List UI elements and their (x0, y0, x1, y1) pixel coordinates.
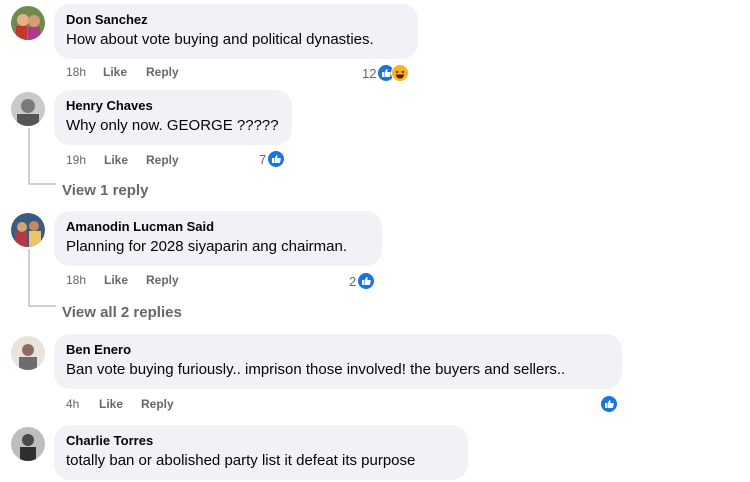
comment-author[interactable]: Ben Enero (66, 341, 610, 358)
comment-timestamp[interactable]: 4h (66, 396, 79, 412)
reaction-count: 2 (349, 273, 357, 289)
comment-author[interactable]: Amanodin Lucman Said (66, 218, 370, 235)
comment-text: How about vote buying and political dyna… (66, 31, 374, 48)
like-button[interactable]: Like (104, 152, 128, 168)
avatar[interactable] (11, 427, 45, 461)
reaction-summary[interactable] (600, 395, 618, 413)
reply-button[interactable]: Reply (146, 152, 179, 168)
comment-bubble: Henry Chaves Why only now. GEORGE ????? (54, 90, 292, 145)
reaction-count: 12 (362, 65, 377, 81)
comment-author[interactable]: Charlie Torres (66, 432, 456, 449)
reaction-summary[interactable]: 7 (259, 150, 286, 168)
view-replies-link[interactable]: View all 2 replies (62, 304, 182, 321)
comment-text: Why only now. GEORGE ????? (66, 117, 279, 134)
reply-button[interactable]: Reply (141, 396, 174, 412)
like-button[interactable]: Like (99, 396, 123, 412)
thread-line (28, 249, 30, 305)
reaction-count: 7 (259, 151, 267, 167)
comment-text: totally ban or abolished party list it d… (66, 452, 416, 469)
comment-text: Planning for 2028 siyaparin ang chairman… (66, 238, 348, 255)
thread-line (28, 183, 56, 185)
thumbs-up-icon (267, 150, 286, 168)
thread-line (28, 305, 56, 307)
like-button[interactable]: Like (104, 272, 128, 288)
comment-bubble: Amanodin Lucman Said Planning for 2028 s… (54, 211, 382, 266)
comment-timestamp[interactable]: 18h (66, 272, 86, 288)
comment-timestamp[interactable]: 18h (66, 64, 86, 80)
avatar[interactable] (11, 6, 45, 40)
comment-bubble: Charlie Torres totally ban or abolished … (54, 425, 468, 480)
comment-author[interactable]: Henry Chaves (66, 97, 280, 114)
comment-bubble: Ben Enero Ban vote buying furiously.. im… (54, 334, 622, 389)
reaction-summary[interactable]: 2 (349, 272, 376, 290)
thumbs-up-icon (600, 395, 618, 413)
thumbs-up-icon (357, 272, 376, 290)
reply-button[interactable]: Reply (146, 272, 179, 288)
comment-author[interactable]: Don Sanchez (66, 11, 406, 28)
reply-button[interactable]: Reply (146, 64, 179, 80)
view-replies-link[interactable]: View 1 reply (62, 182, 148, 199)
laughing-face-icon (391, 64, 410, 82)
like-button[interactable]: Like (103, 64, 127, 80)
comment-text: Ban vote buying furiously.. imprison tho… (66, 361, 566, 378)
thread-line (28, 128, 30, 183)
reaction-summary[interactable]: 12 (362, 64, 410, 82)
comment-timestamp[interactable]: 19h (66, 152, 86, 168)
avatar[interactable] (11, 336, 45, 370)
avatar[interactable] (11, 92, 45, 126)
comment-bubble: Don Sanchez How about vote buying and po… (54, 4, 418, 59)
avatar[interactable] (11, 213, 45, 247)
